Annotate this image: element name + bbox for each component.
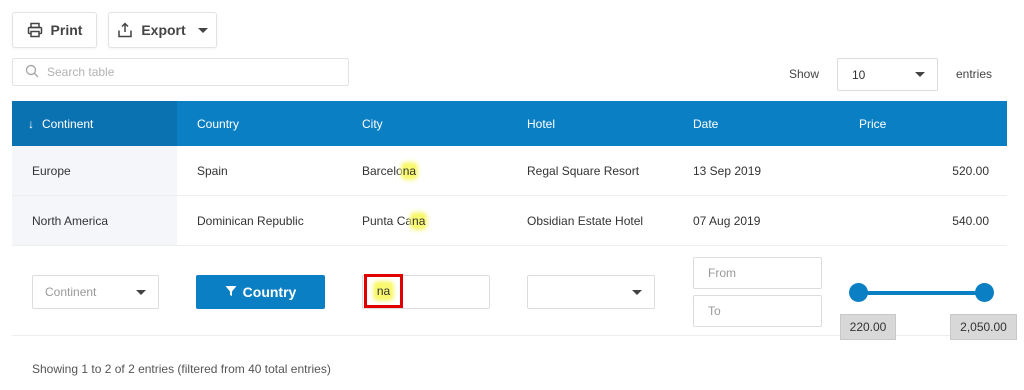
date-to-input[interactable]: To [693, 295, 822, 327]
header-hotel[interactable]: Hotel [507, 101, 673, 146]
entries-value: 10 [852, 67, 866, 82]
sort-down-icon: ↓ [28, 116, 34, 131]
print-label: Print [50, 22, 83, 38]
header-label: Country [197, 116, 240, 131]
header-city[interactable]: City [342, 101, 507, 146]
export-button[interactable]: Export [108, 12, 217, 48]
cell-date: 13 Sep 2019 [693, 163, 762, 178]
search-box[interactable] [12, 58, 349, 86]
table-header: ↓ Continent Country City Hotel Date Pric… [12, 101, 1007, 146]
search-highlight: na [412, 213, 426, 228]
country-filter-label: Country [242, 284, 297, 300]
table-row: North America Dominican Republic Punta C… [12, 196, 1007, 246]
header-country[interactable]: Country [177, 101, 342, 146]
header-label: City [362, 116, 383, 131]
chevron-down-icon [197, 27, 208, 33]
print-button[interactable]: Print [12, 12, 97, 48]
date-from-input[interactable]: From [693, 257, 822, 289]
continent-filter-placeholder: Continent [45, 285, 97, 299]
filter-icon [225, 284, 237, 300]
table-info: Showing 1 to 2 of 2 entries (filtered fr… [32, 362, 331, 376]
header-date[interactable]: Date [673, 101, 839, 146]
cell-continent: North America [12, 196, 177, 245]
price-min-tooltip: 220.00 [840, 314, 896, 340]
table-row: Europe Spain Barcelo na Regal Square Reso… [12, 146, 1007, 196]
cell-price: 520.00 [952, 163, 989, 178]
city-filter-focus[interactable]: na [364, 274, 403, 308]
price-range-slider[interactable] [849, 283, 994, 302]
price-max-tooltip: 2,050.00 [950, 314, 1017, 340]
chevron-down-icon [136, 289, 146, 295]
header-continent[interactable]: ↓ Continent [12, 101, 177, 146]
cell-city: Punta Ca na [342, 196, 507, 245]
chevron-down-icon [915, 72, 925, 77]
filter-row: Continent Country na From To 220.00 2,05… [12, 246, 1017, 340]
city-filter-value: na [374, 283, 393, 299]
slider-handle-max[interactable] [975, 283, 994, 302]
entries-per-page-select[interactable]: 10 [837, 58, 938, 91]
search-icon [25, 64, 39, 81]
date-to-placeholder: To [708, 304, 721, 318]
show-label: Show [789, 67, 820, 81]
hotel-filter-select[interactable] [527, 275, 655, 309]
cell-hotel: Obsidian Estate Hotel [527, 213, 644, 228]
city-text: Barcelo [362, 163, 403, 178]
cell-price: 540.00 [952, 213, 989, 228]
entries-label: entries [956, 67, 993, 81]
header-label: Continent [42, 116, 94, 131]
header-price[interactable]: Price [839, 101, 1007, 146]
printer-icon [27, 22, 43, 38]
cell-continent: Europe [12, 146, 177, 195]
city-text: Punta Ca [362, 213, 413, 228]
date-from-placeholder: From [708, 266, 736, 280]
search-highlight: na [402, 163, 417, 178]
header-label: Hotel [527, 116, 556, 131]
cell-hotel: Regal Square Resort [527, 163, 640, 178]
slider-handle-min[interactable] [849, 283, 868, 302]
data-table: ↓ Continent Country City Hotel Date Pric… [12, 101, 1017, 340]
export-label: Export [141, 22, 186, 38]
header-label: Date [693, 116, 719, 131]
country-filter-button[interactable]: Country [196, 275, 325, 309]
chevron-down-icon [632, 289, 642, 295]
header-label: Price [859, 116, 887, 131]
cell-country: Dominican Republic [197, 213, 304, 228]
continent-filter-select[interactable]: Continent [32, 275, 159, 309]
cell-date: 07 Aug 2019 [693, 213, 761, 228]
search-input[interactable] [47, 65, 327, 79]
cell-city: Barcelo na [342, 146, 507, 195]
cell-country: Spain [197, 163, 228, 178]
export-icon [117, 22, 133, 38]
